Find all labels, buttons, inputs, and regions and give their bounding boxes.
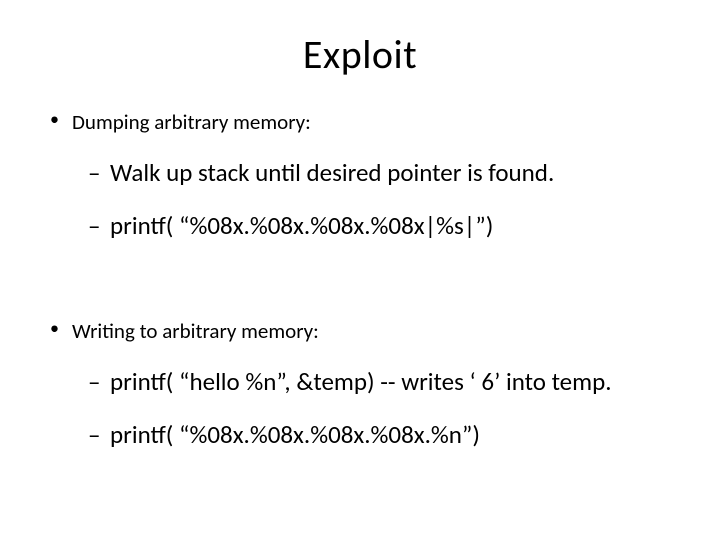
sub-list-writing: printf( “hello %n”, &temp) -- writes ‘ 6… xyxy=(88,366,680,451)
slide-title: Exploit xyxy=(40,30,680,79)
sub-item: printf( “hello %n”, &temp) -- writes ‘ 6… xyxy=(88,366,680,397)
sub-list-dumping: Walk up stack until desired pointer is f… xyxy=(88,157,680,242)
sub-item: printf( “%08x.%08x.%08x.%08x|%s|”) xyxy=(88,210,680,241)
spacer xyxy=(40,264,680,310)
sub-item: printf( “%08x.%08x.%08x.%08x.%n”) xyxy=(88,419,680,450)
section-header-dumping: Dumping arbitrary memory: xyxy=(50,109,680,135)
section-header-writing: Writing to arbitrary memory: xyxy=(50,318,680,344)
sub-item: Walk up stack until desired pointer is f… xyxy=(88,157,680,188)
